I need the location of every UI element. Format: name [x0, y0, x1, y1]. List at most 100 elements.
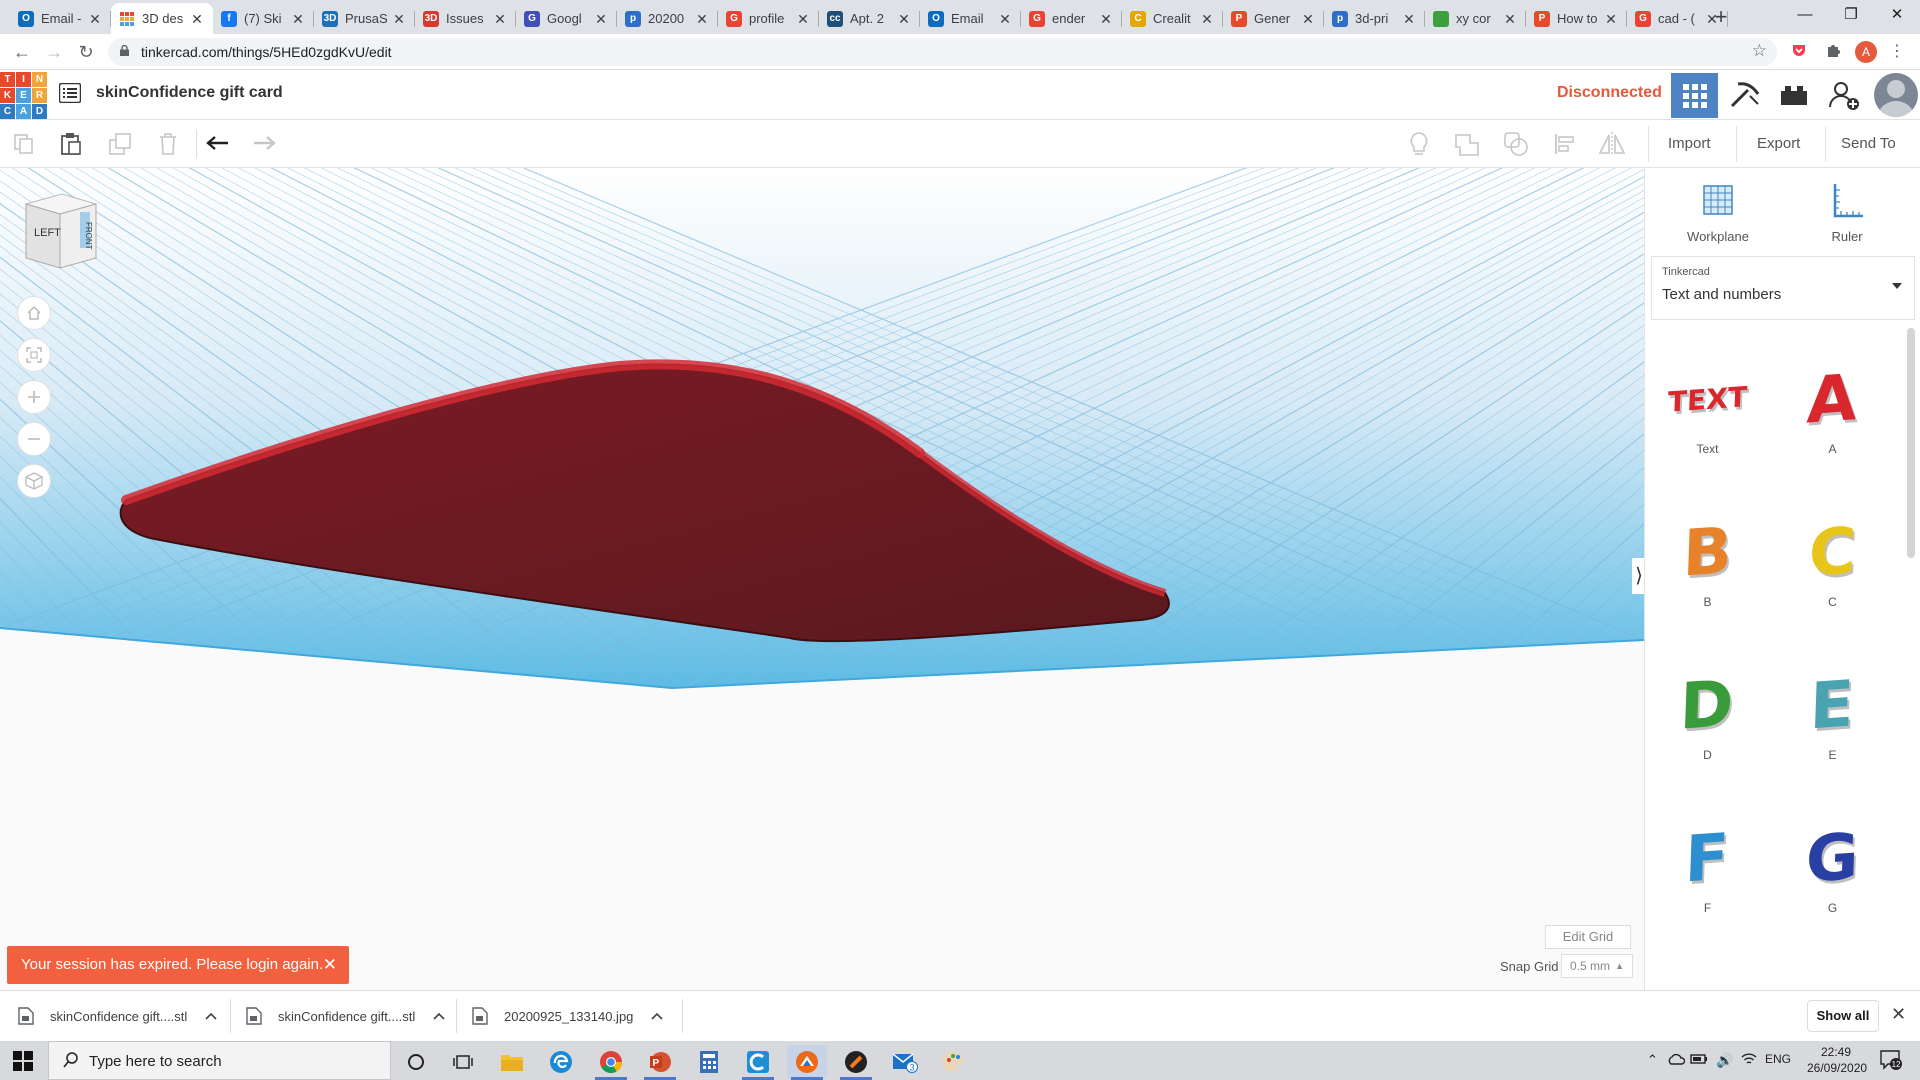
show-all-downloads-button[interactable]: Show all: [1807, 1000, 1879, 1032]
extensions-puzzle-icon[interactable]: [1823, 42, 1843, 62]
close-tab-icon[interactable]: ✕: [997, 11, 1013, 27]
close-tab-icon[interactable]: ✕: [1603, 11, 1619, 27]
3d-design-view-button[interactable]: [1671, 73, 1718, 118]
browser-tab[interactable]: p 3d-pri ✕: [1324, 3, 1425, 34]
delete-button[interactable]: [152, 128, 184, 160]
home-view-button[interactable]: [17, 296, 51, 330]
browser-tab[interactable]: O Email ✕: [920, 3, 1021, 34]
bookmark-star-icon[interactable]: ☆: [1752, 41, 1767, 61]
cortana-button[interactable]: [396, 1045, 436, 1078]
onedrive-icon[interactable]: [1667, 1052, 1686, 1069]
browser-tab[interactable]: Gender ✕: [1021, 3, 1122, 34]
browser-tab[interactable]: G Googl ✕: [516, 3, 617, 34]
browser-tab[interactable]: cc Apt. 2 ✕: [819, 3, 920, 34]
collapse-panel-button[interactable]: ⟩: [1632, 558, 1644, 594]
browser-tab[interactable]: P How to ✕: [1526, 3, 1627, 34]
mail-app[interactable]: 3: [885, 1045, 925, 1078]
cura-c-app[interactable]: [738, 1045, 778, 1080]
browser-tab[interactable]: f (7) Ski ✕: [213, 3, 314, 34]
3d-workspace[interactable]: LEFT FRONT ⟩ Your session has expired. P…: [0, 168, 1644, 990]
invite-user-button[interactable]: [1823, 75, 1865, 115]
close-tab-icon[interactable]: ✕: [593, 11, 609, 27]
browser-tab[interactable]: xy cor ✕: [1425, 3, 1526, 34]
powerpoint-app[interactable]: P: [640, 1045, 680, 1080]
browser-tab[interactable]: 3D Issues ✕: [415, 3, 516, 34]
close-tab-icon[interactable]: ✕: [290, 11, 306, 27]
tray-overflow-icon[interactable]: ⌃: [1647, 1052, 1658, 1068]
ruler-tool[interactable]: Ruler: [1807, 180, 1887, 244]
perspective-toggle-button[interactable]: [17, 464, 51, 498]
copy-button[interactable]: [8, 128, 40, 160]
language-indicator[interactable]: ENG: [1765, 1052, 1791, 1066]
view-cube[interactable]: LEFT FRONT: [22, 192, 100, 270]
download-item[interactable]: skinConfidence gift....stl: [18, 999, 217, 1033]
export-button[interactable]: Export: [1749, 126, 1809, 162]
shape-item[interactable]: BB: [1645, 501, 1770, 641]
shape-item[interactable]: FF: [1645, 807, 1770, 947]
close-tab-icon[interactable]: ✕: [694, 11, 710, 27]
browser-menu-icon[interactable]: ⋮: [1887, 42, 1907, 62]
browser-tab[interactable]: O Email - ✕: [10, 3, 111, 34]
action-center-icon[interactable]: 12: [1879, 1049, 1903, 1074]
close-download-bar-icon[interactable]: ✕: [1891, 1004, 1906, 1025]
workplane-tool[interactable]: Workplane: [1678, 180, 1758, 244]
browser-tab[interactable]: C Crealit ✕: [1122, 3, 1223, 34]
slicer-app[interactable]: [787, 1045, 827, 1080]
bricks-view-button[interactable]: [1773, 75, 1815, 115]
forward-button[interactable]: →: [40, 38, 68, 66]
panel-scrollbar[interactable]: [1907, 328, 1915, 558]
calculator-app[interactable]: [689, 1045, 729, 1078]
workplane-grid[interactable]: [0, 168, 1644, 990]
edge-app[interactable]: [541, 1045, 581, 1078]
design-list-icon[interactable]: [59, 83, 81, 103]
close-tab-icon[interactable]: ✕: [1098, 11, 1114, 27]
close-tab-icon[interactable]: ✕: [189, 11, 205, 27]
shape-item[interactable]: AA: [1770, 348, 1895, 488]
back-button[interactable]: ←: [8, 38, 36, 66]
tinkercad-logo[interactable]: TIN KER CAD: [0, 72, 47, 119]
close-window-button[interactable]: ✕: [1874, 0, 1920, 30]
url-input[interactable]: tinkercad.com/things/5HEd0zgdKvU/edit ☆: [108, 38, 1777, 66]
send-to-button[interactable]: Send To: [1833, 126, 1904, 162]
taskbar-search-input[interactable]: Type here to search: [48, 1041, 391, 1080]
align-button[interactable]: [1549, 128, 1581, 160]
task-view-button[interactable]: [443, 1045, 483, 1078]
shape-item[interactable]: CC: [1770, 501, 1895, 641]
wifi-icon[interactable]: [1741, 1052, 1757, 1069]
browser-tab[interactable]: Gprofile ✕: [718, 3, 819, 34]
blocks-pickaxe-view-button[interactable]: [1724, 75, 1766, 115]
download-item[interactable]: skinConfidence gift....stl: [246, 999, 445, 1033]
minimize-window-button[interactable]: —: [1782, 0, 1828, 30]
prusa-slicer-app[interactable]: [836, 1045, 876, 1080]
battery-icon[interactable]: [1690, 1052, 1708, 1069]
pocket-extension-icon[interactable]: [1789, 42, 1809, 62]
snap-grid-select[interactable]: 0.5 mm ▲: [1561, 954, 1633, 978]
design-title[interactable]: skinConfidence gift card: [96, 84, 283, 102]
shape-item[interactable]: EE: [1770, 654, 1895, 794]
close-tab-icon[interactable]: ✕: [795, 11, 811, 27]
fit-view-button[interactable]: [17, 338, 51, 372]
new-tab-button[interactable]: +: [1707, 4, 1735, 32]
group-button[interactable]: [1451, 128, 1483, 160]
chevron-up-icon[interactable]: [205, 1012, 217, 1020]
zoom-out-button[interactable]: [17, 422, 51, 456]
ungroup-button[interactable]: [1500, 128, 1532, 160]
taskbar-clock[interactable]: 22:49 26/09/2020: [1807, 1044, 1867, 1076]
redo-button[interactable]: [248, 128, 280, 160]
user-avatar[interactable]: [1874, 73, 1918, 117]
browser-tab[interactable]: 3D PrusaS ✕: [314, 3, 415, 34]
close-tab-icon[interactable]: ✕: [1300, 11, 1316, 27]
close-tab-icon[interactable]: ✕: [492, 11, 508, 27]
profile-avatar[interactable]: A: [1855, 41, 1877, 63]
mirror-button[interactable]: [1596, 128, 1628, 160]
file-explorer-app[interactable]: [492, 1045, 532, 1078]
close-tab-icon[interactable]: ✕: [1502, 11, 1518, 27]
chevron-up-icon[interactable]: [433, 1012, 445, 1020]
notes-button[interactable]: [1403, 128, 1435, 160]
close-tab-icon[interactable]: ✕: [896, 11, 912, 27]
close-tab-icon[interactable]: ✕: [1199, 11, 1215, 27]
shape-item[interactable]: TEXT Text: [1645, 348, 1770, 488]
undo-button[interactable]: [202, 128, 234, 160]
chevron-up-icon[interactable]: [651, 1012, 663, 1020]
paste-button[interactable]: [55, 128, 87, 160]
